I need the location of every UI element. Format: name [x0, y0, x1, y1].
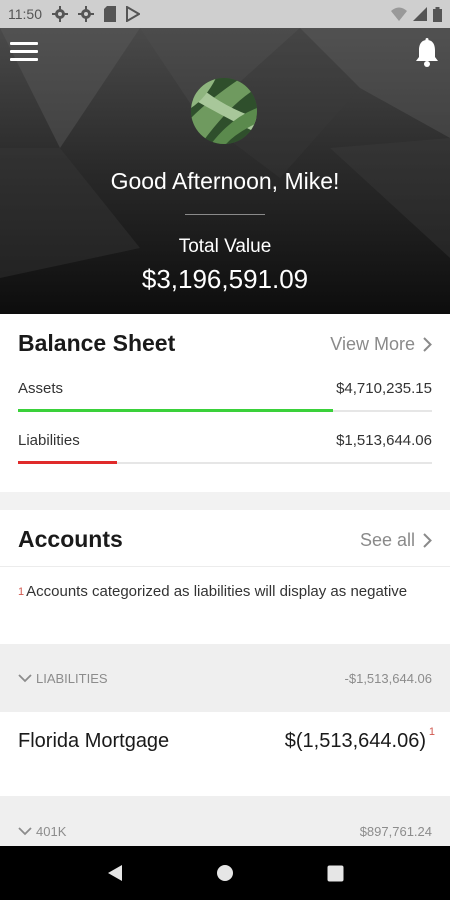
footnote-marker: 1: [428, 726, 435, 738]
liabilities-note-text: Accounts categorized as liabilities will…: [26, 583, 408, 600]
assets-progress-fill: [18, 409, 333, 412]
recents-square-icon[interactable]: [320, 858, 350, 888]
assets-label: Assets: [18, 380, 64, 397]
accounts-title: Accounts: [18, 526, 123, 552]
wifi-icon: [391, 7, 407, 21]
sd-card-icon: [104, 6, 116, 22]
battery-icon: [433, 6, 442, 22]
accounts-card: Accounts See all 1 Accounts categorized a…: [0, 510, 450, 846]
group-label: 401K: [18, 824, 66, 839]
play-store-icon: [126, 6, 140, 22]
accounts-divider: [0, 566, 450, 567]
account-name: Florida Mortgage: [18, 730, 170, 752]
chevron-down-icon: [18, 827, 32, 836]
profile-avatar[interactable]: [191, 78, 257, 144]
dashboard-header: Good Afternoon, Mike! Total Value $3,196…: [0, 28, 450, 314]
header-divider: [185, 214, 265, 215]
account-row-florida-mortgage[interactable]: Florida Mortgage $(1,513,644.06) 1: [0, 712, 450, 796]
chevron-right-icon: [423, 533, 432, 548]
liabilities-progress-fill: [18, 461, 118, 464]
account-balance-amount: $(1,513,644.06): [284, 730, 426, 752]
see-all-label: See all: [359, 530, 415, 550]
chevron-right-icon: [423, 337, 432, 352]
gear-icon: [78, 6, 94, 22]
home-circle-icon[interactable]: [210, 858, 240, 888]
gear-icon: [52, 6, 68, 22]
balance-sheet-title: Balance Sheet: [18, 330, 176, 356]
see-all-link[interactable]: See all: [360, 530, 432, 551]
back-triangle-icon[interactable]: [100, 858, 130, 888]
leaf-image: [191, 78, 257, 144]
assets-progress-track: [18, 409, 432, 412]
balance-sheet-card: Balance Sheet View More Assets $4,710,23…: [0, 314, 450, 492]
group-header-liabilities[interactable]: LIABILITIES -$1,513,644.06: [0, 644, 450, 712]
group-label: LIABILITIES: [18, 671, 108, 686]
liabilities-value: $1,513,644.06: [336, 432, 432, 449]
signal-icon: [413, 7, 427, 21]
assets-value: $4,710,235.15: [336, 380, 432, 397]
status-bar: 11:50: [0, 0, 450, 28]
greeting-text: Good Afternoon, Mike!: [110, 168, 340, 194]
group-total: -$1,513,644.06: [344, 671, 432, 686]
liabilities-progress-track: [18, 461, 432, 464]
group-header-401k[interactable]: 401K $897,761.24: [0, 796, 450, 846]
view-more-link[interactable]: View More: [330, 334, 432, 355]
bell-icon[interactable]: [414, 38, 440, 68]
view-more-label: View More: [330, 334, 415, 354]
android-nav-bar: [0, 846, 450, 900]
group-total: $897,761.24: [359, 824, 432, 839]
footnote-marker: 1: [18, 586, 25, 598]
status-time: 11:50: [8, 6, 42, 22]
hamburger-menu-icon[interactable]: [10, 42, 38, 64]
group-label-text: 401K: [36, 824, 67, 839]
group-label-text: LIABILITIES: [36, 671, 108, 686]
total-value-label: Total Value: [178, 236, 272, 257]
liabilities-note: 1 Accounts categorized as liabilities wil…: [18, 582, 418, 602]
chevron-down-icon: [18, 674, 32, 683]
account-balance: $(1,513,644.06) 1: [284, 726, 435, 753]
total-value-amount: $3,196,591.09: [141, 264, 309, 294]
liabilities-label: Liabilities: [18, 432, 80, 449]
